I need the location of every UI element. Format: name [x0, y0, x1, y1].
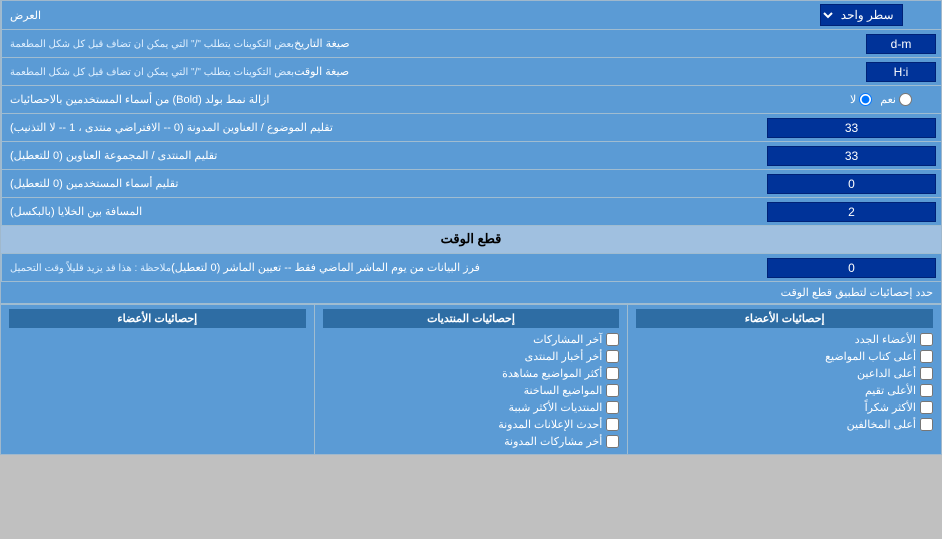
realtime-label: فرز البيانات من يوم الماشر الماضي فقط --… — [1, 254, 762, 281]
check-new-members: الأعضاء الجدد — [636, 331, 933, 348]
col-members-header: إحصائيات الأعضاء — [636, 309, 933, 328]
check-latest-announcements: أحدث الإعلانات المدونة — [323, 416, 620, 433]
spacing-row: المسافة بين الخلايا (بالبكسل) — [1, 198, 941, 226]
check-top-violators: أعلى المخالفين — [636, 416, 933, 433]
users-input[interactable] — [767, 174, 936, 194]
col-extra: إحصائيات الأعضاء — [1, 305, 314, 454]
check-most-popular-forums: المنتديات الأكثر شببة — [323, 399, 620, 416]
users-cell — [762, 170, 941, 197]
bold-yes-radio[interactable] — [899, 93, 912, 106]
display-mode-select[interactable]: سطر واحد جدول متعدد — [820, 4, 903, 26]
forum-input[interactable] — [767, 146, 936, 166]
check-top-rated: الأعلى تقيم — [636, 382, 933, 399]
limit-row: حدد إحصائيات لتطبيق قطع الوقت — [1, 282, 941, 304]
users-label: تقليم أسماء المستخدمين (0 للتعطيل) — [1, 170, 762, 197]
bold-label: ازالة نمط بولد (Bold) من أسماء المستخدمي… — [1, 86, 821, 113]
topics-row: تقليم الموضوع / العناوين المدونة (0 -- ا… — [1, 114, 941, 142]
time-format-input[interactable] — [866, 62, 936, 82]
display-mode-label: العرض — [1, 1, 781, 29]
bold-row: ازالة نمط بولد (Bold) من أسماء المستخدمي… — [1, 86, 941, 114]
users-row: تقليم أسماء المستخدمين (0 للتعطيل) — [1, 170, 941, 198]
realtime-row: فرز البيانات من يوم الماشر الماضي فقط --… — [1, 254, 941, 282]
bold-no-label: لا — [850, 93, 872, 106]
time-format-cell — [861, 58, 941, 85]
check-most-viewed: أكثر المواضيع مشاهدة — [323, 365, 620, 382]
check-last-blog-posts: أخر مشاركات المدونة — [323, 433, 620, 450]
date-format-cell — [861, 30, 941, 57]
section-realtime-title: قطع الوقت — [1, 226, 941, 253]
topics-label: تقليم الموضوع / العناوين المدونة (0 -- ا… — [1, 114, 762, 141]
display-mode-row: العرض سطر واحد جدول متعدد — [1, 1, 941, 30]
realtime-input[interactable] — [767, 258, 936, 278]
realtime-cell — [762, 254, 941, 281]
forum-cell — [762, 142, 941, 169]
check-forum-news: أخر أخبار المنتدى — [323, 348, 620, 365]
forum-label: تقليم المنتدى / المجموعة العناوين (0 للت… — [1, 142, 762, 169]
bold-yes-label: نعم — [880, 93, 912, 106]
spacing-input[interactable] — [767, 202, 936, 222]
check-top-inviters: أعلى الداعين — [636, 365, 933, 382]
col-forums-header: إحصائيات المنتديات — [323, 309, 620, 328]
section-realtime-row: قطع الوقت — [1, 226, 941, 254]
date-format-row: صيغة التاريخ بعض التكوينات يتطلب "/" الت… — [1, 30, 941, 58]
display-mode-cell: سطر واحد جدول متعدد — [781, 1, 941, 29]
col-extra-header: إحصائيات الأعضاء — [9, 309, 306, 328]
col-forums: إحصائيات المنتديات آخر المشاركات أخر أخب… — [314, 305, 628, 454]
topics-input[interactable] — [767, 118, 936, 138]
time-format-row: صيغة الوقت بعض التكوينات يتطلب "/" التي … — [1, 58, 941, 86]
col-members: إحصائيات الأعضاء الأعضاء الجدد أعلى كتاب… — [627, 305, 941, 454]
date-format-label: صيغة التاريخ بعض التكوينات يتطلب "/" الت… — [1, 30, 861, 57]
spacing-cell — [762, 198, 941, 225]
main-container: العرض سطر واحد جدول متعدد صيغة التاريخ ب… — [0, 0, 942, 455]
spacing-label: المسافة بين الخلايا (بالبكسل) — [1, 198, 762, 225]
check-top-topic-writers: أعلى كتاب المواضيع — [636, 348, 933, 365]
check-last-posts: آخر المشاركات — [323, 331, 620, 348]
topics-cell — [762, 114, 941, 141]
time-format-label: صيغة الوقت بعض التكوينات يتطلب "/" التي … — [1, 58, 861, 85]
date-format-input[interactable] — [866, 34, 936, 54]
check-hot-topics: المواضيع الساخنة — [323, 382, 620, 399]
bold-cell: نعم لا — [821, 86, 941, 113]
checkboxes-section: إحصائيات الأعضاء الأعضاء الجدد أعلى كتاب… — [1, 304, 941, 454]
forum-row: تقليم المنتدى / المجموعة العناوين (0 للت… — [1, 142, 941, 170]
bold-no-radio[interactable] — [859, 93, 872, 106]
check-most-thanks: الأكثر شكراً — [636, 399, 933, 416]
